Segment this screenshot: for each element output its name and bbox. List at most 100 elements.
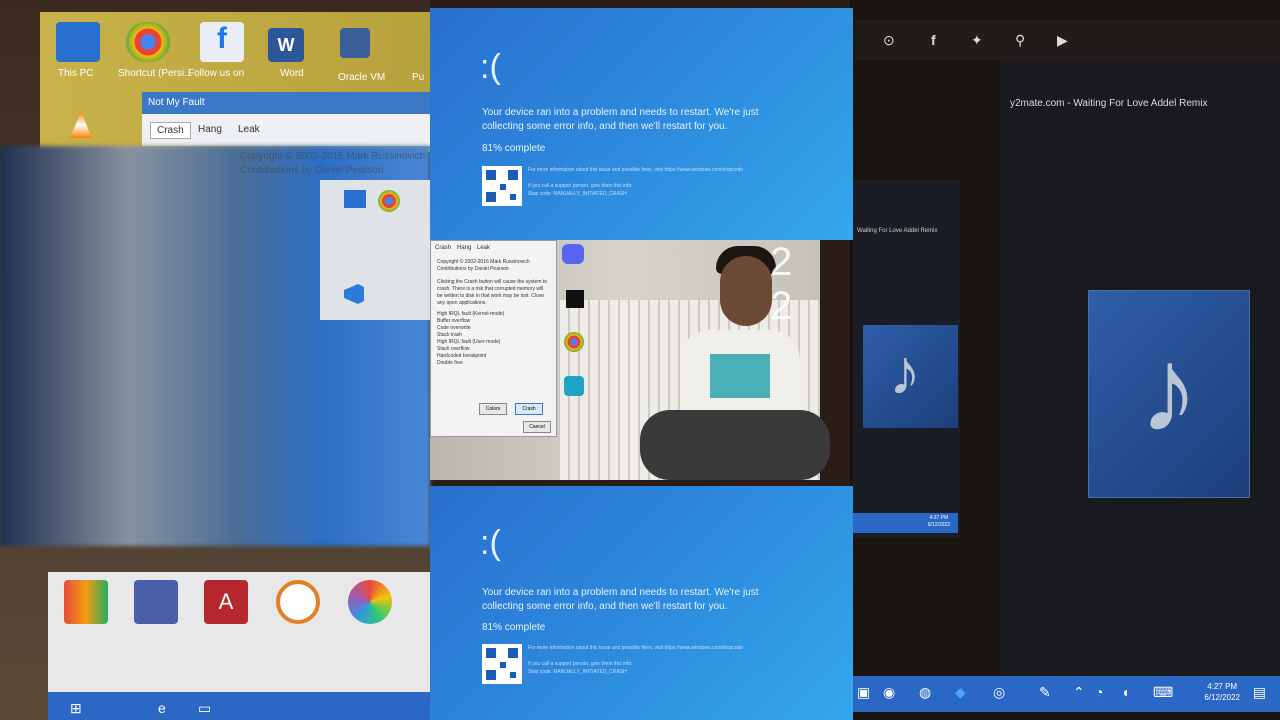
- youtube-icon[interactable]: ▶: [1057, 32, 1068, 49]
- keyboard-icon[interactable]: ⌨: [1153, 684, 1173, 701]
- copyright-text: Copyright © 2002-2016 Mark Russinovich: [437, 259, 530, 265]
- clock-date: 6/12/2022: [927, 522, 950, 528]
- qr-code-icon: [482, 644, 522, 684]
- social-bar: ⊙ f ✦ ⚲ ▶: [855, 20, 1280, 60]
- virtualbox-icon[interactable]: [340, 28, 370, 58]
- bsod-stop-code: Stop code: MANUALLY_INITIATED_CRASH: [528, 669, 627, 675]
- desktop-icon-label: This PC: [58, 68, 94, 79]
- monitor-icon: [344, 190, 366, 208]
- album-art-small: ♪: [863, 325, 958, 428]
- crash-warning-text: Clicking the Crash button will cause the…: [437, 279, 548, 306]
- option-1[interactable]: Buffer overflow: [437, 318, 549, 325]
- vscode-icon[interactable]: ◆: [955, 684, 966, 701]
- clock-small: 4:27 PM 6/12/2022: [928, 515, 950, 529]
- monitor-icon[interactable]: [56, 22, 100, 62]
- media-title: y2mate.com - Waiting For Love Addel Remi…: [1010, 98, 1208, 109]
- sad-face: :(: [480, 524, 501, 562]
- tab-crash[interactable]: Crash: [150, 122, 191, 139]
- bsod-top: :( Your device ran into a problem and ne…: [430, 8, 853, 240]
- clock-date: 6/12/2022: [1204, 693, 1240, 702]
- tab-leak[interactable]: Leak: [232, 122, 266, 137]
- edge-icon[interactable]: e: [158, 700, 166, 716]
- discord-icon[interactable]: [562, 244, 584, 264]
- app-icon[interactable]: [566, 290, 584, 308]
- app-icon[interactable]: ◉: [883, 684, 895, 701]
- volume-icon[interactable]: ◖: [1121, 684, 1129, 700]
- color-icon[interactable]: [348, 580, 392, 624]
- clock-time: 4:27 PM: [929, 515, 949, 521]
- contributions-text: Contributions by Daniel Pearson: [437, 266, 509, 272]
- tab-leak[interactable]: Leak: [477, 245, 490, 251]
- app-icon[interactable]: [64, 580, 108, 624]
- motorcycle: [640, 410, 830, 480]
- notmyfault-tabs: Crash Hang Leak: [142, 114, 430, 146]
- app-icon[interactable]: ◍: [919, 684, 931, 701]
- taskbar-bottom-left: ⊞ e ▭: [48, 692, 430, 720]
- notification-icon[interactable]: ▤: [1253, 684, 1266, 701]
- word-icon[interactable]: W: [268, 28, 304, 62]
- bot-icon[interactable]: [134, 580, 178, 624]
- app-icon[interactable]: [564, 376, 584, 396]
- media-title-small: Waiting For Love Addel Remix: [857, 228, 938, 234]
- option-7[interactable]: Double free: [437, 360, 549, 367]
- tab-hang[interactable]: Hang: [457, 245, 471, 251]
- settings-icon[interactable]: ⊙: [883, 32, 895, 49]
- bsod-info-link: For more information about this issue an…: [528, 167, 744, 173]
- desktop-icon-label: Shortcut (Persi...: [118, 68, 193, 79]
- contributions-text: Contributions by Daniel Pearson: [240, 165, 384, 176]
- cancel-button[interactable]: Cancel: [523, 421, 551, 433]
- head: [720, 256, 772, 326]
- desktop-icon-label: Word: [280, 68, 304, 79]
- sad-face: :(: [480, 48, 501, 86]
- digit: 2: [770, 284, 793, 328]
- overlay-digits: 2 2: [770, 240, 820, 328]
- tab-hang[interactable]: Hang: [192, 122, 228, 137]
- copyright-text: Copyright © 2002-2016 Mark Russinovich: [240, 151, 426, 162]
- access-icon[interactable]: A: [204, 580, 248, 624]
- digit: 2: [770, 240, 793, 284]
- app-icon[interactable]: ▣: [857, 684, 870, 701]
- tab-crash[interactable]: Crash: [435, 245, 451, 251]
- clock-time: 4:27 PM: [1207, 682, 1238, 691]
- option-3[interactable]: Stack trash: [437, 332, 549, 339]
- notmyfault-dialog: Crash Hang Leak Copyright © 2002-2016 Ma…: [430, 240, 557, 437]
- small-desktop-screenshot: [320, 180, 430, 320]
- chevron-up-icon[interactable]: ⌃: [1073, 684, 1085, 701]
- option-0[interactable]: High IRQL fault (Kernel-mode): [437, 311, 549, 318]
- option-2[interactable]: Code overwrite: [437, 325, 549, 332]
- bsod-bottom: :( Your device ran into a problem and ne…: [430, 486, 853, 720]
- bsod-message: Your device ran into a problem and needs…: [482, 587, 759, 612]
- clock[interactable]: 4:27 PM 6/12/2022: [1204, 681, 1240, 703]
- facebook-icon[interactable]: f: [200, 22, 244, 62]
- vlc-icon[interactable]: [70, 112, 92, 138]
- chrome-icon[interactable]: [564, 332, 584, 352]
- twitter-icon[interactable]: ✦: [971, 32, 983, 49]
- chrome-icon[interactable]: ◎: [993, 684, 1005, 701]
- bsod-info-link: For more information about this issue an…: [528, 645, 744, 651]
- desktop-icon-label: Oracle VM: [338, 72, 386, 83]
- shirt-print: [710, 354, 770, 398]
- desktop-icon-label: Pu: [412, 72, 425, 83]
- option-6[interactable]: Hardcoded breakpoint: [437, 353, 549, 360]
- taskbar-right: ▣ ◉ ◍ ◆ ◎ ✎ ⌃ ◔ ◖ ⌨ 4:27 PM 6/12/2022 ▤: [853, 676, 1280, 712]
- bsod-support-line: If you call a support person, give them …: [528, 661, 633, 667]
- tool-icon[interactable]: ✎: [1039, 684, 1051, 701]
- option-4[interactable]: High IRQL fault (User-mode): [437, 339, 549, 346]
- desktop-icon-label: Follow us on: [188, 68, 245, 79]
- bsod-progress: 81% complete: [482, 622, 546, 633]
- chrome-icon[interactable]: [126, 22, 170, 62]
- music-note-icon: ♪: [889, 336, 921, 408]
- start-icon[interactable]: ⊞: [70, 700, 82, 717]
- qr-code-icon: [482, 166, 522, 206]
- explorer-icon[interactable]: ▭: [198, 700, 211, 717]
- crash-button[interactable]: Crash: [515, 403, 543, 415]
- taskbar-small: 4:27 PM 6/12/2022: [853, 513, 958, 533]
- network-icon[interactable]: ◔: [1095, 684, 1103, 700]
- link-icon[interactable]: ⚲: [1015, 32, 1025, 49]
- bsod-progress: 81% complete: [482, 143, 546, 154]
- clock-app-icon[interactable]: [276, 580, 320, 624]
- facebook-icon[interactable]: f: [931, 32, 936, 48]
- colors-button[interactable]: Colors: [479, 403, 507, 415]
- bsod-support-line: If you call a support person, give them …: [528, 183, 633, 189]
- option-5[interactable]: Stack overflow: [437, 346, 549, 353]
